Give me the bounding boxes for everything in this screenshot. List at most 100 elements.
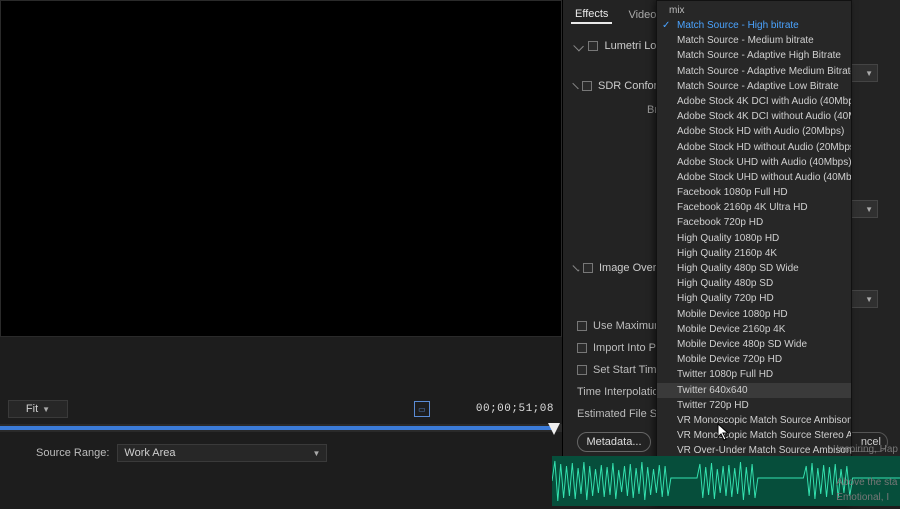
checkbox[interactable] [583,263,593,273]
preset-option-label: Match Source - High bitrate [677,20,799,31]
preset-option-label: Mobile Device 480p SD Wide [677,339,807,350]
preset-option[interactable]: Twitter 1080p Full HD [657,367,851,382]
preset-option[interactable]: VR Monoscopic Match Source Stereo Audio [657,428,851,443]
chevron-down-icon: ▼ [865,205,873,214]
preset-option[interactable]: Adobe Stock HD without Audio (20Mbps) [657,140,851,155]
checkbox[interactable] [577,343,587,353]
preset-option[interactable]: Adobe Stock UHD with Audio (40Mbps) [657,155,851,170]
music-tags: Inspiring, Hap Above the sta Emotional, … [836,444,898,503]
preset-option-label: Twitter 640x640 [677,385,748,396]
preset-option[interactable]: VR Monoscopic Match Source Ambisonics [657,413,851,428]
preset-option-label: Adobe Stock UHD without Audio (40Mbps) [677,172,851,183]
chevron-down-icon: ▼ [865,295,873,304]
twisty-icon[interactable] [572,264,579,271]
program-viewer [0,0,562,337]
preset-option-label: Twitter 720p HD [677,400,749,411]
effect-lumetri[interactable]: Lumetri Lool [575,40,665,52]
preset-option-label: Facebook 1080p Full HD [677,187,788,198]
preset-option[interactable]: Match Source - Medium bitrate [657,33,851,48]
music-tag-a: Inspiring, Hap [836,444,898,455]
preset-option[interactable]: Mobile Device 720p HD [657,352,851,367]
checkbox[interactable] [588,41,598,51]
playbar[interactable] [0,424,562,432]
preset-option[interactable]: Facebook 720p HD [657,215,851,230]
effect-sdr[interactable]: SDR Conform [575,80,665,92]
preset-option[interactable]: Twitter 720p HD [657,398,851,413]
preset-option-label: VR Monoscopic Match Source Stereo Audio [677,430,851,441]
preset-option[interactable]: ✓ Match Source - High bitrate [657,18,851,33]
preset-option-label: High Quality 2160p 4K [677,248,777,259]
metadata-button[interactable]: Metadata... [577,432,651,452]
preset-option[interactable]: Facebook 1080p Full HD [657,185,851,200]
chevron-down-icon: ▼ [865,69,873,78]
preset-option-label: Match Source - Adaptive High Bitrate [677,50,841,61]
preset-option[interactable]: Adobe Stock HD with Audio (20Mbps) [657,124,851,139]
preset-option-label: High Quality 720p HD [677,293,774,304]
effect-image-overlay[interactable]: Image Overla [575,262,665,274]
preset-option[interactable]: Twitter 640x640 [657,383,851,398]
preset-option-label: Match Source - Adaptive Low Bitrate [677,81,839,92]
source-range-select[interactable]: Work Area ▼ [117,444,327,462]
checkbox[interactable] [577,321,587,331]
preset-option[interactable]: High Quality 480p SD [657,276,851,291]
preset-option-label: Mobile Device 1080p HD [677,309,788,320]
preset-option-label: High Quality 480p SD [677,278,773,289]
preset-option-label: Adobe Stock 4K DCI without Audio (40Mbps… [677,111,851,122]
preset-option[interactable]: Mobile Device 2160p 4K [657,322,851,337]
chevron-down-icon: ▼ [42,405,50,414]
dropdown-search[interactable]: mix [657,1,851,18]
viewer-controls: Fit ▼ ▭ 00;00;51;08 [0,400,562,418]
twisty-icon[interactable] [573,41,584,52]
preset-option[interactable]: High Quality 2160p 4K [657,246,851,261]
preset-option-label: Twitter 1080p Full HD [677,369,773,380]
preset-option[interactable]: Adobe Stock 4K DCI without Audio (40Mbps… [657,109,851,124]
preset-option[interactable]: Adobe Stock UHD without Audio (40Mbps) [657,170,851,185]
preset-option-label: Facebook 2160p 4K Ultra HD [677,202,808,213]
dropdown-list: ✓ Match Source - High bitrate Match Source… [657,18,851,489]
preset-option-label: High Quality 1080p HD [677,233,779,244]
preset-option[interactable]: Match Source - Adaptive Medium Bitrate [657,64,851,79]
preset-option-label: VR Monoscopic Match Source Ambisonics [677,415,851,426]
preset-option[interactable]: Adobe Stock 4K DCI with Audio (40Mbps) [657,94,851,109]
preset-option-label: Mobile Device 720p HD [677,354,782,365]
twisty-icon[interactable] [572,83,578,89]
preset-option[interactable]: High Quality 1080p HD [657,231,851,246]
preset-option[interactable]: Match Source - Adaptive Low Bitrate [657,79,851,94]
preset-option-label: VR Over-Under Match Source Ambisonics [677,445,851,456]
preset-option-label: Match Source - Medium bitrate [677,35,814,46]
preset-option-label: Facebook 720p HD [677,217,763,228]
preset-option-label: Adobe Stock HD with Audio (20Mbps) [677,126,844,137]
zoom-fit-label: Fit [26,403,38,415]
preset-option-label: Mobile Device 2160p 4K [677,324,785,335]
checkbox[interactable] [577,365,587,375]
chevron-down-icon: ▼ [312,449,320,458]
preset-option[interactable]: High Quality 480p SD Wide [657,261,851,276]
source-range-label: Source Range: [36,447,109,459]
check-icon: ✓ [662,18,670,33]
safe-margins-icon[interactable]: ▭ [414,401,430,417]
music-tag-b: Above the sta [836,477,897,488]
timecode-readout: 00;00;51;08 [476,403,554,415]
preset-option[interactable]: Facebook 2160p 4K Ultra HD [657,200,851,215]
preset-dropdown[interactable]: mix ✓ Match Source - High bitrate Match So… [656,0,852,506]
preset-option[interactable]: Mobile Device 480p SD Wide [657,337,851,352]
music-tag-c: Emotional, I [836,492,889,503]
time-interp-label: Time Interpolation: [577,386,668,398]
tab-video[interactable]: Video [624,7,660,23]
preset-option-label: High Quality 480p SD Wide [677,263,799,274]
zoom-fit-select[interactable]: Fit ▼ [8,400,68,418]
preset-option[interactable]: High Quality 720p HD [657,291,851,306]
tab-effects[interactable]: Effects [571,6,612,24]
preset-option-label: Adobe Stock UHD with Audio (40Mbps) [677,157,851,168]
video-preview [1,1,561,336]
preset-option-label: Adobe Stock 4K DCI with Audio (40Mbps) [677,96,851,107]
source-range-value: Work Area [124,447,175,459]
checkbox[interactable] [582,81,592,91]
playbar-progress [0,426,552,430]
effects-list: Lumetri Lool SDR Conform Br Image Overla [575,40,665,274]
preset-option[interactable]: Match Source - Adaptive High Bitrate [657,48,851,63]
preset-option-label: Adobe Stock HD without Audio (20Mbps) [677,142,851,153]
preset-option[interactable]: Mobile Device 1080p HD [657,307,851,322]
tab-row: Effects Video [571,4,660,26]
preset-option-label: Match Source - Adaptive Medium Bitrate [677,66,851,77]
